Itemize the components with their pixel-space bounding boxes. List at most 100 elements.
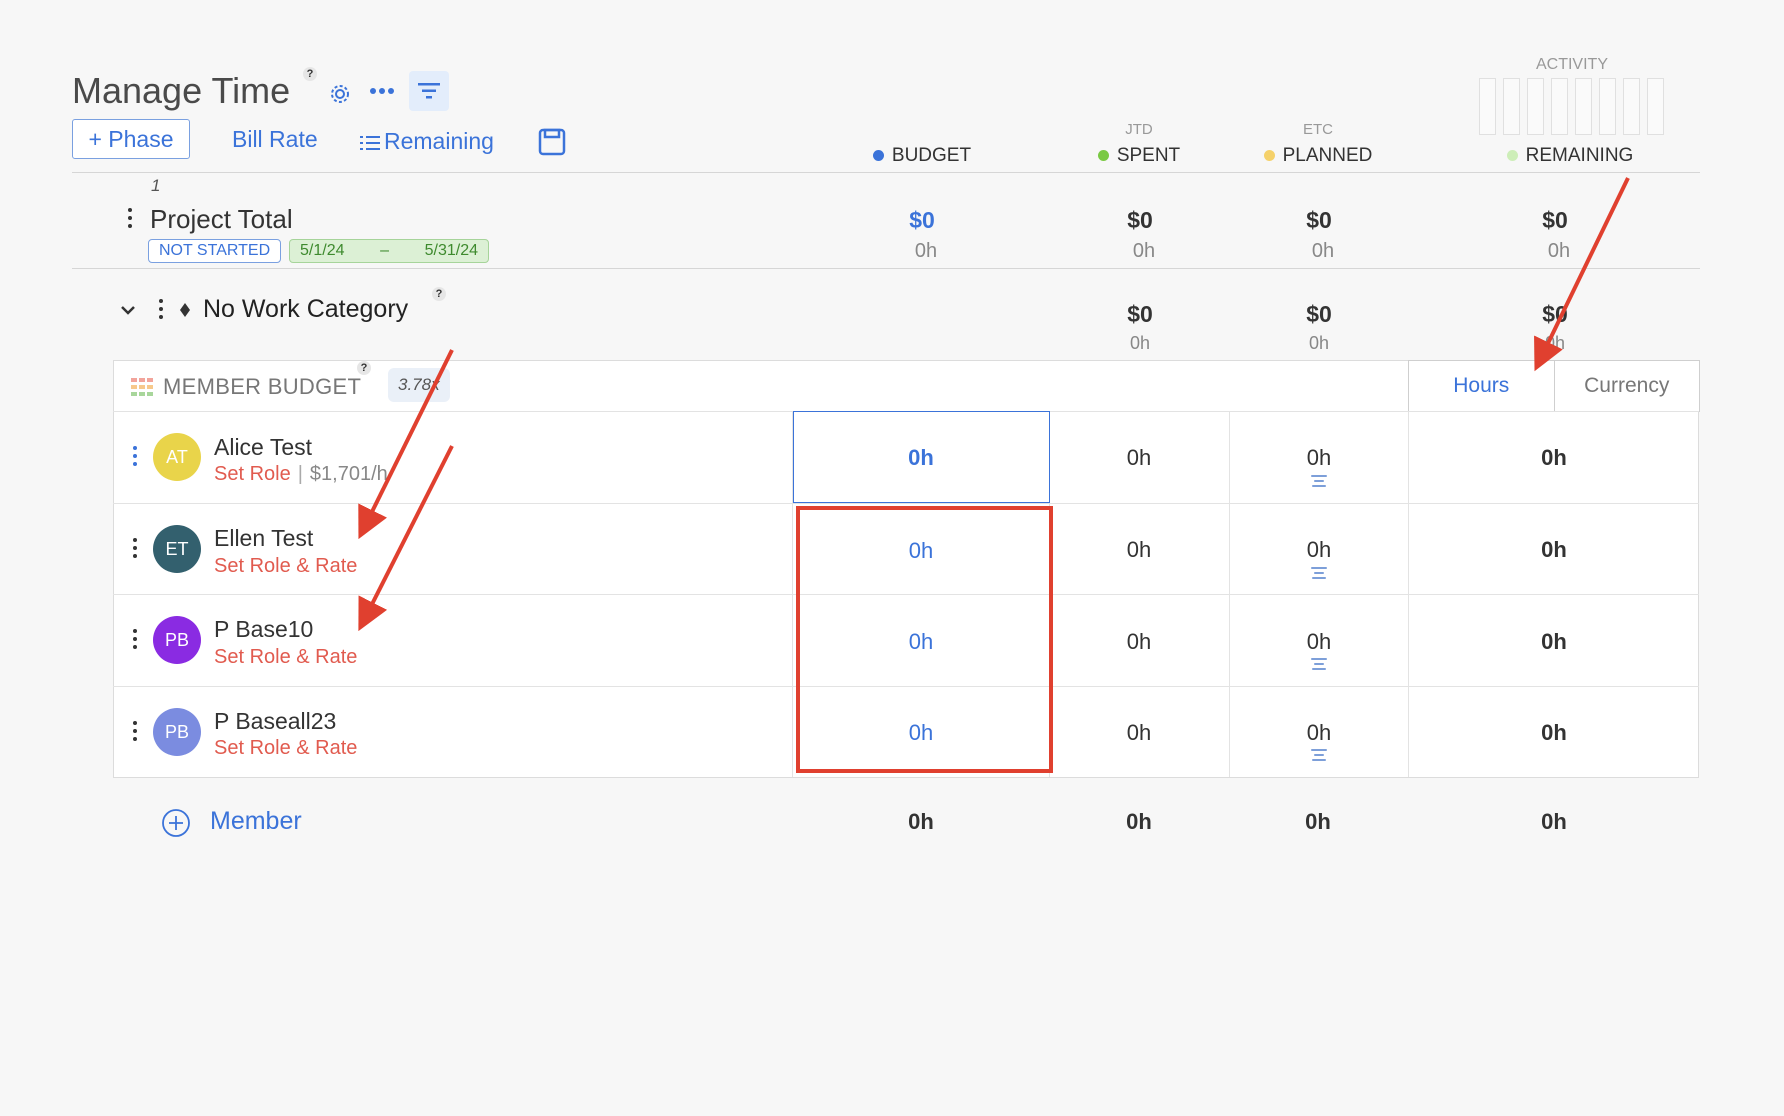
help-icon[interactable]: ? [357,361,371,375]
member-menu-icon[interactable] [133,721,139,745]
stack-icon[interactable] [1311,658,1327,672]
gear-icon[interactable] [329,83,351,105]
project-menu-icon[interactable] [128,208,134,232]
add-member-button[interactable]: Member [210,807,302,836]
member-planned-value: 0h [1306,445,1332,470]
set-role-rate-link[interactable]: Set Role & Rate [214,555,357,578]
etc-label: ETC [1303,121,1333,138]
activity-bar [1623,78,1640,135]
divider [1229,412,1230,777]
footer-budget: 0h [908,809,934,834]
date-start: 5/1/24 [300,242,345,259]
member-spent-value: 0h [1126,445,1152,470]
set-role-rate-link[interactable]: Set Role & Rate [214,737,357,760]
activity-bar [1503,78,1520,135]
activity-bar [1599,78,1616,135]
planned-dot [1263,150,1275,162]
member-budget-value[interactable]: 0h [841,445,1001,471]
spent-column-header: SPENT [1049,145,1229,167]
member-remaining-value: 0h [1541,720,1567,745]
category-title: No Work Category [203,295,409,323]
remaining-column-header: REMAINING [1470,145,1670,167]
unit-toggle: Hours Currency [1408,360,1700,412]
total-spent-money: $0 [1127,207,1153,233]
save-icon[interactable] [538,128,566,156]
planned-label: PLANNED [1282,145,1373,166]
member-name: P Baseall23 [214,708,337,734]
filter-icon [418,83,440,99]
remaining-label: Remaining [384,128,494,154]
chevron-down-icon[interactable] [120,304,136,316]
activity-chart [1479,78,1664,135]
category-menu-icon[interactable] [159,299,165,323]
category-planned-money: $0 [1306,301,1332,327]
avatar: PB [153,616,201,664]
member-planned-value: 0h [1306,720,1332,745]
bill-rate-link[interactable]: Bill Rate [232,126,318,153]
member-rate: $1,701/h [309,463,388,485]
activity-bar [1527,78,1544,135]
avatar: PB [153,708,201,756]
grid-icon [131,378,153,396]
member-planned-value: 0h [1306,537,1332,562]
stack-icon[interactable] [1311,749,1327,763]
remaining-dot [1506,150,1518,162]
stack-icon[interactable] [1311,567,1327,581]
separator: | [297,463,303,485]
member-menu-icon[interactable] [133,446,139,470]
budget-dot [872,150,884,162]
add-circle-icon[interactable] [161,808,191,838]
set-role-link[interactable]: Set Role [214,463,291,485]
remaining-link[interactable]: Remaining [360,128,494,155]
annotation-highlight-box [796,506,1053,773]
member-budget-label: MEMBER BUDGET [163,374,362,399]
currency-toggle-button[interactable]: Currency [1555,361,1700,411]
hours-toggle-button[interactable]: Hours [1409,361,1555,411]
member-menu-icon[interactable] [133,538,139,562]
category-remaining-hours: 0h [1544,333,1566,353]
ellipsis-icon[interactable] [369,86,395,96]
multiplier-badge: 3.78x [388,368,450,402]
list-icon [360,135,380,150]
member-planned-value: 0h [1306,629,1332,654]
member-remaining-value: 0h [1541,629,1567,654]
activity-bar [1647,78,1664,135]
avatar: AT [153,433,201,481]
category-spent-money: $0 [1127,301,1153,327]
planned-column-header: PLANNED [1228,145,1408,167]
spent-dot [1097,150,1109,162]
stack-icon[interactable] [1311,475,1327,489]
member-name: Alice Test [214,434,313,460]
member-role-line: Set Role | $1,701/h [214,463,388,486]
activity-bar [1551,78,1568,135]
category-planned-hours: 0h [1308,333,1330,353]
total-remaining-hours: 0h [1547,240,1571,262]
member-name: Ellen Test [214,525,314,551]
member-spent-value: 0h [1126,629,1152,654]
total-planned-hours: 0h [1311,240,1335,262]
jtd-label: JTD [1125,121,1153,138]
set-role-rate-link[interactable]: Set Role & Rate [214,646,357,669]
filter-button[interactable] [409,71,449,111]
add-phase-button[interactable]: + Phase [72,119,190,159]
member-spent-value: 0h [1126,537,1152,562]
activity-label: ACTIVITY [1535,56,1608,73]
member-menu-icon[interactable] [133,629,139,653]
footer-spent: 0h [1126,809,1152,834]
budget-label: BUDGET [891,145,972,166]
category-spent-hours: 0h [1129,333,1151,353]
avatar: ET [153,525,201,573]
total-budget-money[interactable]: $0 [862,207,982,234]
footer-planned: 0h [1305,809,1331,834]
phase-index: 1 [151,176,161,195]
divider [1408,412,1409,777]
total-remaining-money: $0 [1542,207,1568,233]
activity-bar [1575,78,1592,135]
help-icon[interactable]: ? [303,67,317,81]
member-spent-value: 0h [1126,720,1152,745]
date-range-badge[interactable]: 5/1/24 – 5/31/24 [289,239,489,263]
footer-remaining: 0h [1541,809,1567,834]
remaining-label: REMAINING [1525,145,1634,166]
project-total-title: Project Total [150,204,293,234]
help-icon[interactable]: ? [432,287,446,301]
